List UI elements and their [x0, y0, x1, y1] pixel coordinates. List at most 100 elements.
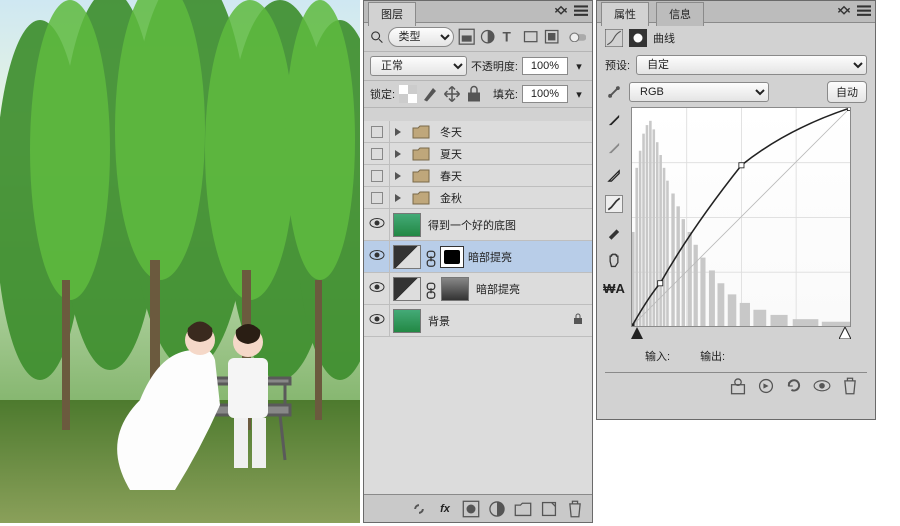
lock-icon: [572, 313, 584, 328]
adjustment-thumbnail[interactable]: [393, 277, 421, 301]
layer-name[interactable]: 暗部提亮: [468, 249, 512, 265]
lock-position-icon[interactable]: [443, 85, 461, 103]
filter-shape-icon[interactable]: [522, 28, 539, 46]
preset-label: 预设:: [605, 57, 630, 73]
opacity-label: 不透明度:: [471, 58, 518, 74]
delete-adjustment-icon[interactable]: [841, 377, 859, 395]
filter-adjustment-icon[interactable]: [479, 28, 496, 46]
layer-name[interactable]: 冬天: [440, 124, 462, 140]
layer-name[interactable]: 暗部提亮: [476, 281, 520, 297]
folder-icon: [412, 169, 430, 183]
visibility-toggle[interactable]: [371, 170, 383, 182]
lock-pixels-icon[interactable]: [421, 85, 439, 103]
dropdown-icon[interactable]: ▾: [572, 87, 586, 101]
black-point-slider[interactable]: [631, 327, 643, 342]
collapse-icon[interactable]: [837, 4, 851, 18]
previous-state-icon[interactable]: [757, 377, 775, 395]
hand-tool-icon[interactable]: [605, 251, 623, 269]
properties-tab[interactable]: 属性: [601, 2, 649, 26]
link-icon[interactable]: [426, 282, 436, 296]
panel-menu-icon[interactable]: [857, 4, 871, 18]
fx-icon[interactable]: fx: [436, 500, 454, 518]
search-icon: [370, 30, 384, 44]
adjustment-thumbnail[interactable]: [393, 245, 421, 269]
panel-menu-icon[interactable]: [574, 4, 588, 18]
lock-fill-row: 锁定: 填充: ▾: [364, 81, 592, 108]
link-layers-icon[interactable]: [410, 500, 428, 518]
visibility-toggle[interactable]: [369, 217, 385, 232]
visibility-toggle[interactable]: [371, 192, 383, 204]
filter-toggle-switch[interactable]: [569, 28, 586, 46]
properties-panel-header: 属性 信息: [597, 1, 875, 23]
new-adjustment-icon[interactable]: [488, 500, 506, 518]
channel-select[interactable]: RGB: [629, 82, 769, 102]
layer-row[interactable]: 暗部提亮: [364, 241, 592, 273]
clip-to-layer-icon[interactable]: [729, 377, 747, 395]
text-tool-icon[interactable]: ₩A: [605, 279, 623, 297]
lock-all-icon[interactable]: [465, 85, 483, 103]
reset-icon[interactable]: [785, 377, 803, 395]
filter-pixel-icon[interactable]: [458, 28, 475, 46]
visibility-toggle[interactable]: [371, 148, 383, 160]
filter-type-icon[interactable]: T: [500, 28, 517, 46]
visibility-toggle[interactable]: [369, 249, 385, 264]
expand-icon[interactable]: [393, 149, 403, 159]
dropdown-icon[interactable]: ▾: [572, 59, 586, 73]
layer-group[interactable]: 冬天: [364, 121, 592, 143]
layer-row[interactable]: 暗部提亮: [364, 273, 592, 305]
input-label: 输入:: [645, 351, 670, 363]
expand-icon[interactable]: [393, 127, 403, 137]
layer-group[interactable]: 金秋: [364, 187, 592, 209]
mask-thumbnail[interactable]: [441, 277, 469, 301]
layer-row[interactable]: 背景: [364, 305, 592, 337]
layer-group[interactable]: 夏天: [364, 143, 592, 165]
preset-select[interactable]: 自定: [636, 55, 867, 75]
eyedropper-black-icon[interactable]: [605, 111, 623, 129]
visibility-toggle[interactable]: [369, 281, 385, 296]
layer-row[interactable]: 得到一个好的底图: [364, 209, 592, 241]
filter-smart-icon[interactable]: [543, 28, 560, 46]
fill-input[interactable]: [522, 85, 568, 103]
lock-transparent-icon[interactable]: [399, 85, 417, 103]
properties-footer: [605, 372, 867, 399]
layer-thumbnail[interactable]: [393, 309, 421, 333]
add-mask-icon[interactable]: [462, 500, 480, 518]
layer-name[interactable]: 夏天: [440, 146, 462, 162]
info-tab[interactable]: 信息: [656, 2, 704, 26]
new-layer-icon[interactable]: [540, 500, 558, 518]
blend-opacity-row: 正常 不透明度: ▾: [364, 52, 592, 81]
link-icon[interactable]: [426, 250, 436, 264]
layer-name[interactable]: 得到一个好的底图: [428, 217, 516, 233]
layer-name[interactable]: 背景: [428, 313, 450, 329]
layer-group[interactable]: 春天: [364, 165, 592, 187]
collapse-icon[interactable]: [554, 4, 568, 18]
new-group-icon[interactable]: [514, 500, 532, 518]
layers-list: 冬天 夏天 春天 金秋 得到一个好的底图: [364, 121, 592, 494]
layer-name[interactable]: 春天: [440, 168, 462, 184]
wedding-photo-placeholder: [0, 0, 360, 523]
curve-point-tool-icon[interactable]: [605, 195, 623, 213]
layers-tab[interactable]: 图层: [368, 2, 416, 26]
blend-mode-select[interactable]: 正常: [370, 56, 467, 76]
channel-icon[interactable]: [605, 83, 623, 101]
eyedropper-white-icon[interactable]: [605, 167, 623, 185]
opacity-input[interactable]: [522, 57, 568, 75]
adjustment-title: 曲线: [653, 30, 675, 46]
mask-thumbnail[interactable]: [440, 246, 464, 268]
curves-graph[interactable]: [631, 107, 851, 327]
visibility-toggle[interactable]: [369, 313, 385, 328]
toggle-visibility-icon[interactable]: [813, 377, 831, 395]
filter-type-select[interactable]: 类型: [388, 27, 454, 47]
visibility-toggle[interactable]: [371, 126, 383, 138]
white-point-slider[interactable]: [839, 327, 851, 342]
delete-layer-icon[interactable]: [566, 500, 584, 518]
layer-name[interactable]: 金秋: [440, 190, 462, 206]
auto-button[interactable]: 自动: [827, 81, 867, 103]
eyedropper-gray-icon[interactable]: [605, 139, 623, 157]
expand-icon[interactable]: [393, 171, 403, 181]
document-canvas[interactable]: [0, 0, 360, 523]
expand-icon[interactable]: [393, 193, 403, 203]
layer-filter-row: 类型 T: [364, 23, 592, 52]
curve-pencil-tool-icon[interactable]: [605, 223, 623, 241]
layer-thumbnail[interactable]: [393, 213, 421, 237]
